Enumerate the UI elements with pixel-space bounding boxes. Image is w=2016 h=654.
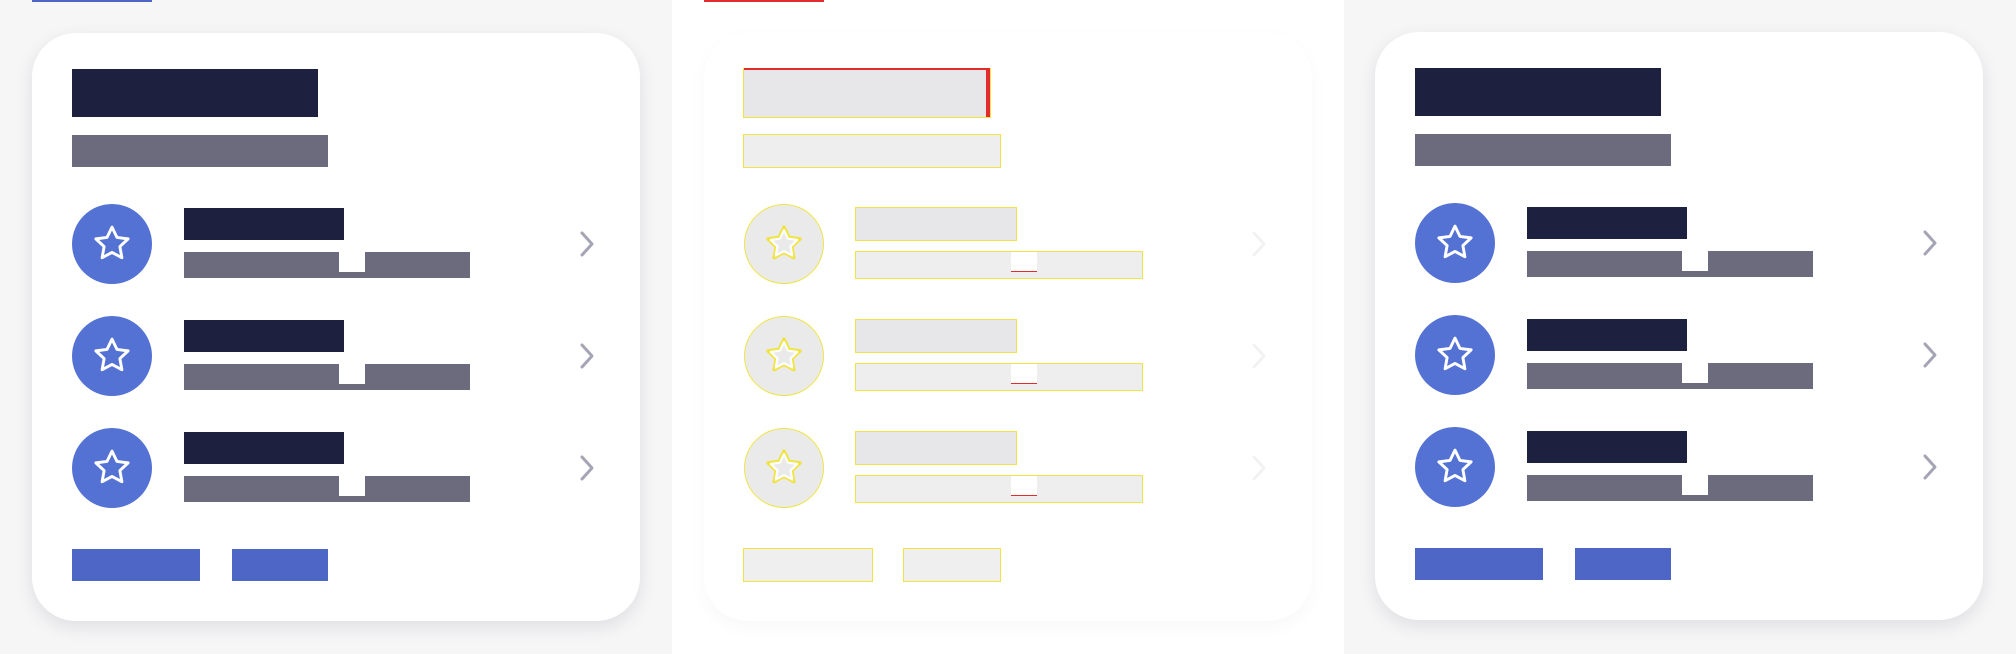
panel-solid-right [1344, 0, 2016, 654]
list-item-subtitle-placeholder [855, 251, 1143, 279]
list-item-title-placeholder [184, 320, 344, 352]
secondary-button[interactable] [232, 549, 328, 581]
chevron-right-icon[interactable] [1917, 337, 1943, 373]
card-subtitle-placeholder [72, 135, 328, 167]
list-item-subtitle-placeholder [1527, 475, 1813, 501]
card-title-placeholder [743, 68, 991, 118]
placeholder-notch [1682, 363, 1708, 383]
list-item[interactable] [72, 316, 600, 398]
list-item-subtitle-placeholder [184, 364, 470, 390]
list-item[interactable] [744, 428, 1272, 510]
list-item-title-placeholder [1527, 319, 1687, 351]
card [32, 33, 640, 621]
list-item-subtitle-placeholder [184, 476, 470, 502]
placeholder-notch [1682, 251, 1708, 271]
chevron-right-icon[interactable] [574, 450, 600, 486]
list-item-title-placeholder [184, 208, 344, 240]
placeholder-notch [339, 364, 365, 384]
placeholder-notch [1011, 476, 1037, 496]
chevron-right-icon[interactable] [1917, 449, 1943, 485]
placeholder-notch [339, 252, 365, 272]
list-item-title-placeholder [184, 432, 344, 464]
error-highlight [744, 68, 990, 70]
top-accent-bar [704, 0, 824, 2]
card [1375, 32, 1983, 620]
card-title-placeholder [1415, 68, 1661, 116]
list-item[interactable] [1415, 315, 1943, 397]
star-icon [72, 316, 152, 396]
chevron-right-icon[interactable] [1246, 226, 1272, 262]
star-icon [1415, 427, 1495, 507]
top-accent-bar [32, 0, 152, 2]
panel-skeleton-middle [672, 0, 1344, 654]
panel-solid-left [0, 0, 672, 654]
chevron-right-icon[interactable] [1246, 338, 1272, 374]
list-item-title-placeholder [855, 207, 1017, 241]
secondary-button[interactable] [903, 548, 1001, 582]
card [704, 33, 1312, 621]
placeholder-notch [1011, 364, 1037, 384]
list-item-title-placeholder [1527, 431, 1687, 463]
list-item-subtitle-placeholder [855, 475, 1143, 503]
placeholder-notch [339, 476, 365, 496]
star-icon [744, 204, 824, 284]
list-item-title-placeholder [855, 431, 1017, 465]
star-icon [1415, 203, 1495, 283]
star-icon [744, 316, 824, 396]
chevron-right-icon[interactable] [574, 226, 600, 262]
list-item-subtitle-placeholder [1527, 251, 1813, 277]
list-item[interactable] [744, 204, 1272, 286]
primary-button[interactable] [1415, 548, 1543, 580]
card-subtitle-placeholder [1415, 134, 1671, 166]
primary-button[interactable] [72, 549, 200, 581]
primary-button[interactable] [743, 548, 873, 582]
list-item[interactable] [72, 428, 600, 510]
list-item-title-placeholder [1527, 207, 1687, 239]
list-item[interactable] [744, 316, 1272, 398]
list-item[interactable] [72, 204, 600, 286]
chevron-right-icon[interactable] [574, 338, 600, 374]
star-icon [744, 428, 824, 508]
placeholder-notch [1011, 252, 1037, 272]
list-item-subtitle-placeholder [855, 363, 1143, 391]
star-icon [72, 428, 152, 508]
card-title-placeholder [72, 69, 318, 117]
list-item-subtitle-placeholder [184, 252, 470, 278]
error-highlight [986, 69, 990, 117]
list-item-title-placeholder [855, 319, 1017, 353]
secondary-button[interactable] [1575, 548, 1671, 580]
star-icon [72, 204, 152, 284]
list-item-subtitle-placeholder [1527, 363, 1813, 389]
chevron-right-icon[interactable] [1917, 225, 1943, 261]
star-icon [1415, 315, 1495, 395]
card-subtitle-placeholder [743, 134, 1001, 168]
placeholder-notch [1682, 475, 1708, 495]
chevron-right-icon[interactable] [1246, 450, 1272, 486]
list-item[interactable] [1415, 427, 1943, 509]
list-item[interactable] [1415, 203, 1943, 285]
